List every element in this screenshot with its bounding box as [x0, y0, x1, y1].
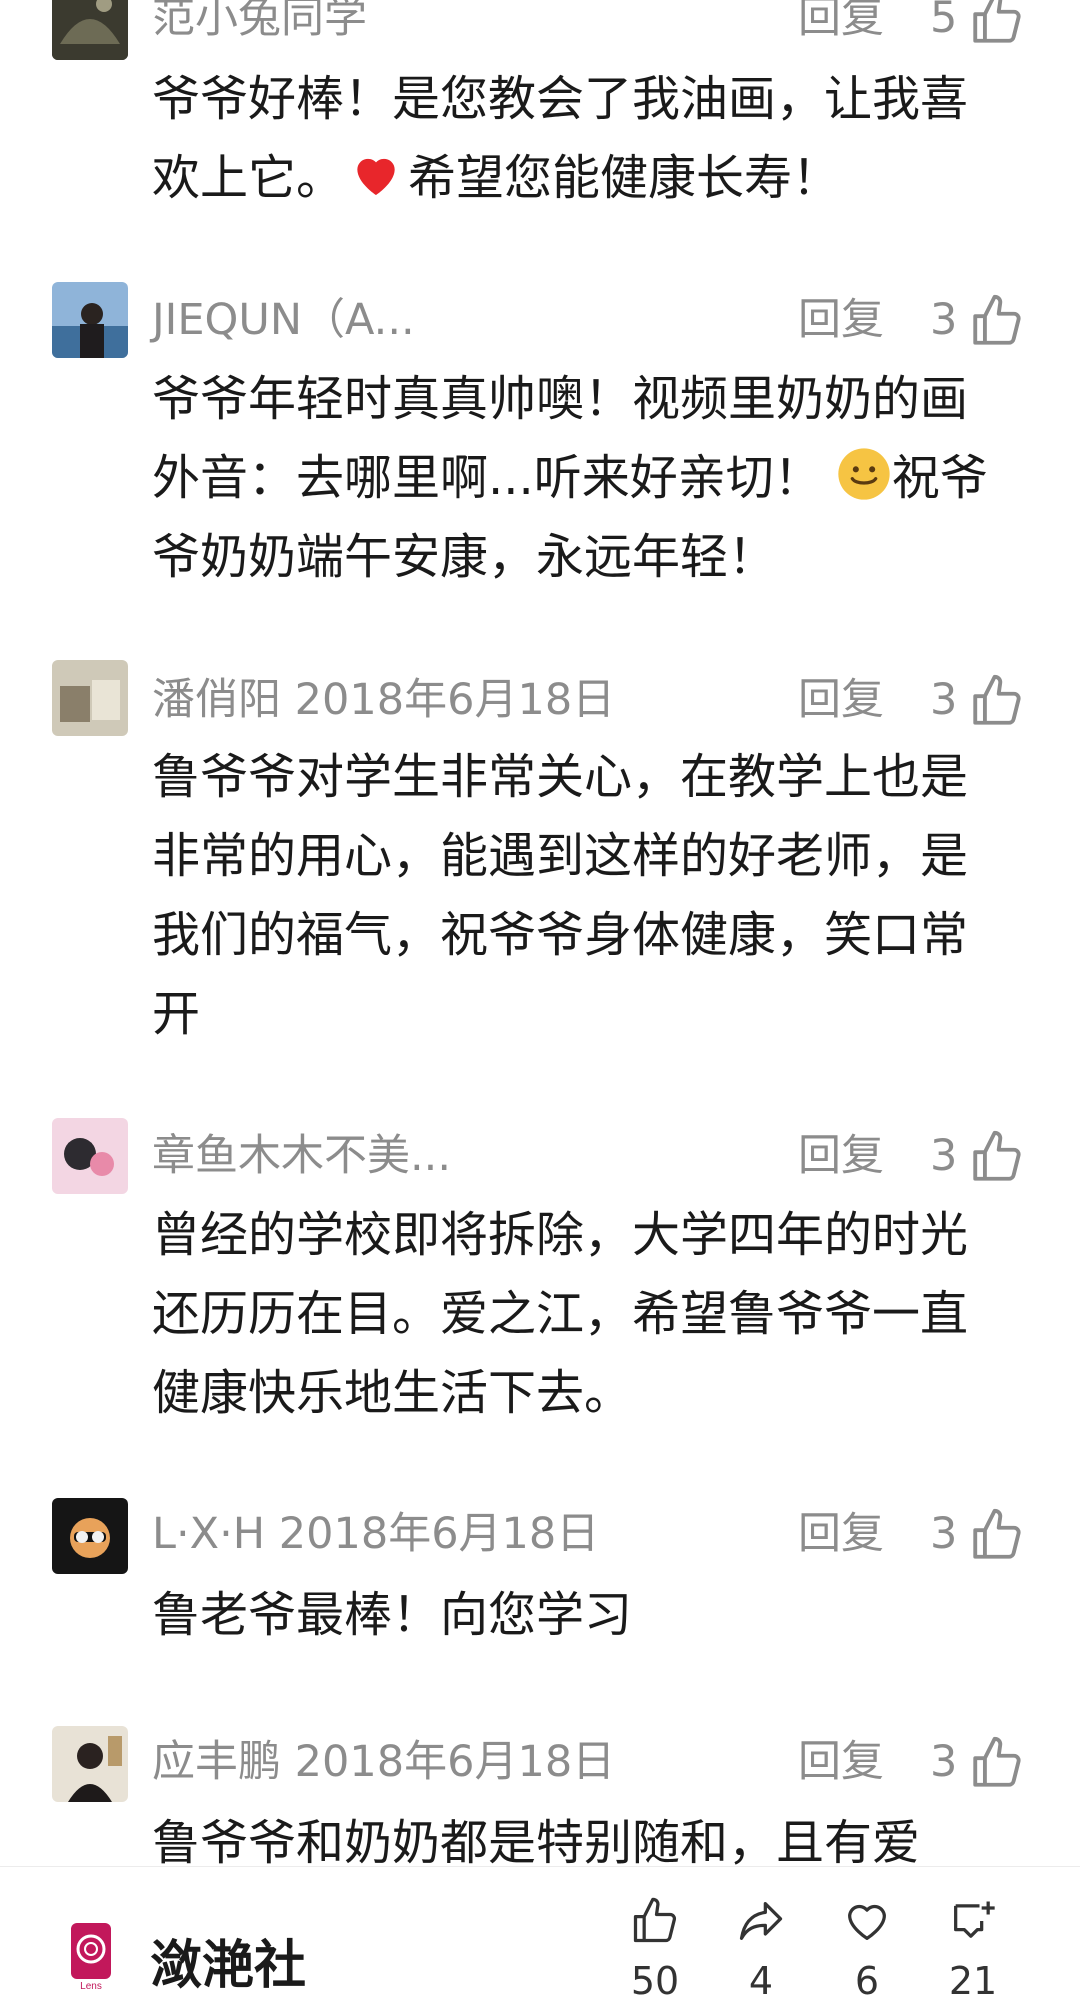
avatar[interactable] [52, 1726, 128, 1802]
thumbs-up-icon[interactable] [968, 1506, 1026, 1564]
heart-icon [848, 1904, 886, 1940]
bottom-action-bar: Lens 潋滟社 50 4 6 21 [0, 1866, 1080, 2013]
reply-button[interactable]: 回复 [798, 1722, 884, 1802]
like-count: 3 [930, 1737, 958, 1787]
channel-logo[interactable]: Lens [70, 1919, 112, 1991]
heart-emoji-icon [357, 158, 395, 195]
share-action[interactable]: 4 [716, 1895, 806, 2005]
thumbs-up-icon [633, 1897, 677, 1943]
comment-text: 鲁老爷最棒！向您学习 [152, 1587, 633, 1643]
like-count: 3 [930, 1131, 958, 1181]
favorite-count: 6 [854, 1959, 880, 2003]
like-action[interactable]: 50 [610, 1895, 700, 2005]
thumbs-up-icon[interactable] [968, 1128, 1026, 1186]
avatar[interactable] [52, 1498, 128, 1574]
like-count: 3 [930, 675, 958, 725]
comment-author[interactable]: 潘俏阳 2018年6月18日 [152, 660, 615, 740]
reply-button[interactable]: 回复 [798, 1116, 884, 1196]
comment-author[interactable]: JIEQUN（A... [152, 280, 415, 360]
like-count: 50 [630, 1959, 680, 2003]
comment-author[interactable]: 应丰鹏 2018年6月18日 [152, 1722, 615, 1802]
reply-button[interactable]: 回复 [798, 660, 884, 740]
avatar[interactable] [52, 0, 128, 60]
thumbs-up-icon[interactable] [968, 292, 1026, 350]
comment-author[interactable]: 范小兔同学 [152, 0, 367, 58]
smile-emoji-icon [838, 448, 890, 500]
thumbs-up-icon[interactable] [968, 1734, 1026, 1792]
reply-button[interactable]: 回复 [798, 280, 884, 360]
favorite-action[interactable]: 6 [822, 1895, 912, 2005]
avatar[interactable] [52, 660, 128, 736]
comment-action[interactable]: 21 [928, 1895, 1018, 2005]
like-count: 3 [930, 1509, 958, 1559]
comment-date: 2018年6月18日 [294, 1737, 616, 1787]
svg-text:Lens: Lens [80, 1981, 102, 1991]
comment-date: 2018年6月18日 [294, 675, 616, 725]
comment-count: 21 [948, 1959, 998, 2003]
avatar[interactable] [52, 282, 128, 358]
comment-text: 爷爷好棒！是您教会了我油画，让我喜欢上它。 希望您能健康长寿！ [152, 71, 969, 206]
avatar[interactable] [52, 1118, 128, 1194]
like-count: 3 [930, 295, 958, 345]
channel-name[interactable]: 潋滟社 [150, 1923, 306, 1998]
share-icon [739, 1902, 783, 1940]
comment-text: 鲁爷爷对学生非常关心，在教学上也是非常的用心，能遇到这样的好老师，是我们的福气，… [152, 749, 969, 1042]
comment-author[interactable]: L·X·H 2018年6月18日 [152, 1494, 599, 1574]
comment-text: 曾经的学校即将拆除，大学四年的时光还历历在目。爱之江，希望鲁爷爷一直健康快乐地生… [152, 1207, 969, 1421]
comment-date: 2018年6月18日 [278, 1509, 600, 1559]
like-count: 5 [930, 0, 958, 43]
thumbs-up-icon[interactable] [968, 672, 1026, 730]
share-count: 4 [748, 1959, 774, 2003]
comment-add-icon [954, 1901, 995, 1938]
reply-button[interactable]: 回复 [798, 0, 884, 58]
comment-author[interactable]: 章鱼木木不美... [152, 1116, 451, 1196]
reply-button[interactable]: 回复 [798, 1494, 884, 1574]
comment-text: 爷爷年轻时真真帅噢！视频里奶奶的画外音：去哪里啊...听来好亲切！ 祝爷爷奶奶端午… [152, 371, 988, 585]
thumbs-up-icon[interactable] [968, 0, 1026, 48]
